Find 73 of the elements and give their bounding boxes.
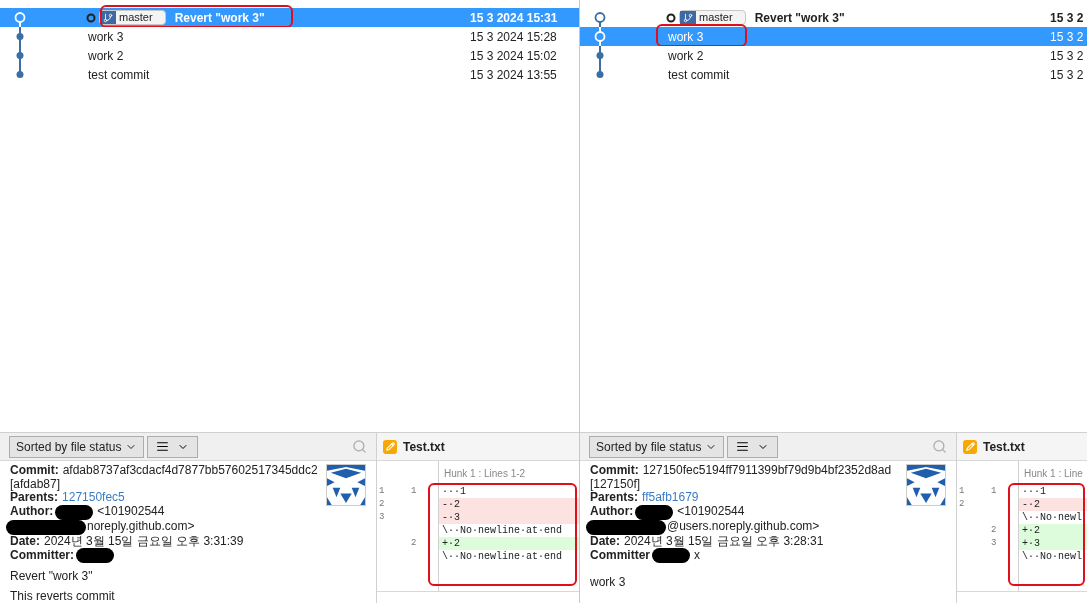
field-label: Committer: — [10, 548, 74, 563]
new-line-number: 1 — [990, 485, 998, 498]
old-line-number: 2 — [958, 498, 966, 511]
commit-date: 15 3 2024 15:02 — [470, 47, 557, 65]
avatar-icon — [326, 464, 366, 506]
commit-date: 15 3 2 — [1050, 28, 1084, 46]
old-line-number: 1 — [378, 485, 386, 498]
detail-text: noreply.github.com> — [87, 520, 195, 534]
commit-message: test commit — [88, 66, 150, 84]
field-value: 2024년 3월 15일 금요일 오후 3:31:39 — [44, 534, 244, 548]
parent-link[interactable]: 127150fec5 — [62, 491, 125, 505]
commit-message: test commit — [668, 66, 730, 84]
commit-message: work 3 — [668, 28, 704, 46]
field-label: Parents: — [590, 491, 639, 505]
detail-text: Revert "work 3" — [10, 569, 93, 583]
commit-date: 15 3 2 — [1050, 47, 1084, 65]
field-value: x — [694, 548, 700, 563]
list-icon — [736, 440, 750, 453]
sort-dropdown[interactable]: Sorted by file status — [9, 435, 145, 458]
commit-message: work 2 — [668, 47, 704, 65]
new-line-number: 1 — [410, 485, 418, 498]
new-line-number: 2 — [410, 537, 418, 550]
field-value: <101902544 — [677, 505, 745, 519]
detail-text: work 3 — [590, 576, 626, 590]
field-label: Author: — [10, 505, 54, 519]
detail-text: This reverts commit — [10, 589, 115, 603]
detail-text: [afdab87] — [10, 477, 61, 491]
hunk-header: Hunk 1 : Line — [1024, 466, 1083, 481]
working-copy-icon — [86, 12, 96, 23]
commit-date: 15 3 2024 13:55 — [470, 66, 557, 84]
commit-message: work 3 — [88, 28, 124, 46]
sort-dropdown[interactable]: Sorted by file status — [589, 435, 725, 458]
field-value: 2024년 3월 15일 금요일 오후 3:28:31 — [624, 534, 824, 548]
pencil-icon — [963, 439, 977, 454]
field-label: Date: — [590, 534, 620, 548]
commit-message: work 2 — [88, 47, 124, 65]
detail-text: [127150f] — [590, 477, 641, 491]
commit-row[interactable]: master Revert "work 3" 15 3 2024 15:31 — [0, 8, 579, 27]
field-label: Commit: — [10, 464, 59, 478]
branch-icon — [680, 11, 696, 24]
hunk-header: Hunk 1 : Lines 1-2 — [444, 466, 526, 481]
redaction-mark — [76, 548, 114, 563]
old-line-number: 2 — [378, 498, 386, 511]
old-line-number: 1 — [958, 485, 966, 498]
old-line-number: 3 — [378, 511, 386, 524]
new-line-number: 2 — [990, 524, 998, 537]
commit-message: Revert "work 3" — [754, 9, 845, 27]
detail-text: @users.noreply.github.com> — [667, 520, 820, 534]
field-value: afdab8737af3cdacf4d7877bb57602517345ddc2 — [62, 464, 318, 478]
field-value: 127150fec5194ff7911399bf79d9b4bf2352d8ad — [642, 464, 892, 478]
working-copy-icon — [666, 12, 676, 23]
avatar-icon — [906, 464, 946, 506]
new-line-number: 3 — [990, 537, 998, 550]
field-label: Commit: — [590, 464, 639, 478]
commit-date: 15 3 2 — [1050, 66, 1084, 84]
commit-date: 15 3 2024 15:31 — [470, 9, 558, 27]
field-label: Committer — [590, 548, 650, 563]
file-name: Test.txt — [403, 438, 445, 456]
pencil-icon — [383, 439, 397, 454]
commit-date: 15 3 2024 15:28 — [470, 28, 557, 46]
view-mode-dropdown[interactable] — [727, 435, 779, 458]
view-mode-dropdown[interactable] — [147, 435, 199, 458]
file-name: Test.txt — [983, 438, 1025, 456]
commit-date: 15 3 2 — [1050, 9, 1084, 27]
parent-link[interactable]: ff5afb1679 — [642, 491, 699, 505]
field-label: Author: — [590, 505, 634, 519]
field-label: Date: — [10, 534, 40, 548]
redaction-mark — [652, 548, 690, 563]
branch-label: master — [99, 10, 166, 25]
list-icon — [156, 440, 170, 453]
field-value: <101902544 — [97, 505, 165, 519]
commit-message: Revert "work 3" — [174, 9, 265, 27]
field-label: Parents: — [10, 491, 59, 505]
